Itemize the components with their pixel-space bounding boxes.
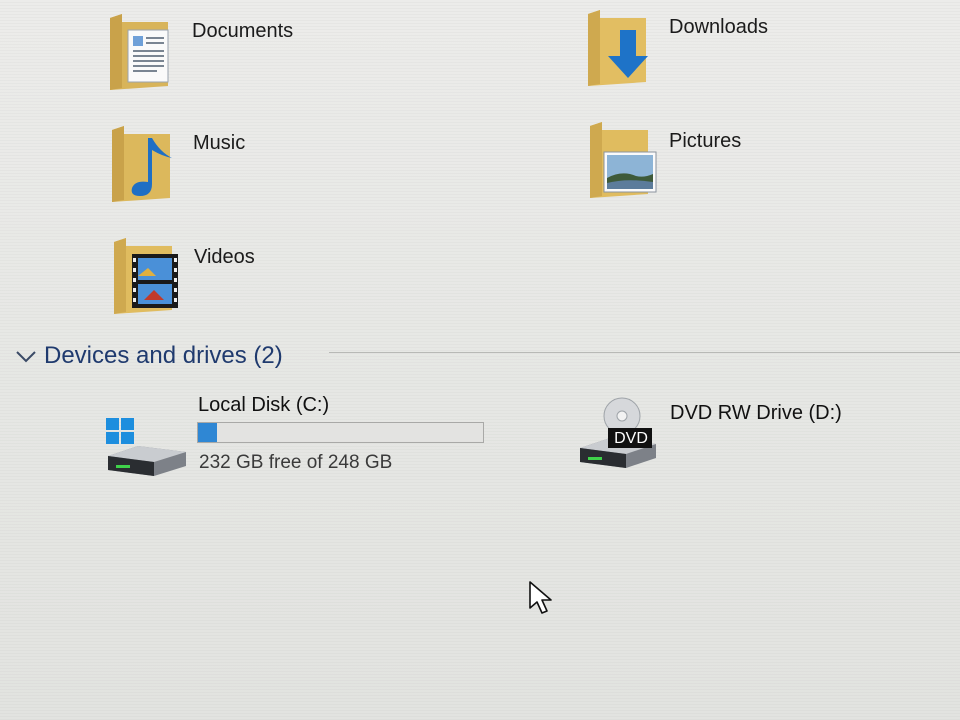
folder-label: Downloads (669, 16, 768, 38)
folder-label: Pictures (669, 130, 742, 152)
folder-label: Documents (192, 20, 294, 42)
downloads-folder-icon (588, 10, 648, 86)
drive-usage-fill (198, 423, 217, 442)
chevron-down-icon[interactable] (14, 346, 38, 366)
windows-drive-icon (106, 418, 186, 476)
folder-music[interactable]: Music (108, 124, 338, 208)
dvd-badge: DVD (614, 430, 648, 447)
folder-videos[interactable]: Videos (110, 236, 340, 320)
section-divider (329, 352, 960, 353)
drive-name: Local Disk (C:) (198, 394, 330, 416)
section-title: Devices and drives (2) (44, 342, 283, 369)
music-folder-icon (112, 126, 172, 202)
drive-name: DVD RW Drive (D:) (670, 402, 842, 424)
folder-label: Music (193, 132, 246, 154)
explorer-content-area: Documents Downloads Music Pictures Video… (0, 0, 960, 720)
documents-folder-icon (110, 14, 169, 90)
folder-downloads[interactable]: Downloads (584, 8, 814, 92)
mouse-cursor-icon (529, 581, 552, 614)
videos-folder-icon (114, 238, 178, 314)
devices-section-header[interactable]: Devices and drives (2) (14, 340, 960, 376)
drive-free-space: 232 GB free of 248 GB (199, 452, 393, 473)
drive-usage-bar (197, 422, 484, 443)
folder-pictures[interactable]: Pictures (586, 120, 816, 204)
folder-documents[interactable]: Documents (106, 12, 336, 96)
pictures-folder-icon (590, 122, 657, 198)
folder-label: Videos (194, 246, 255, 268)
